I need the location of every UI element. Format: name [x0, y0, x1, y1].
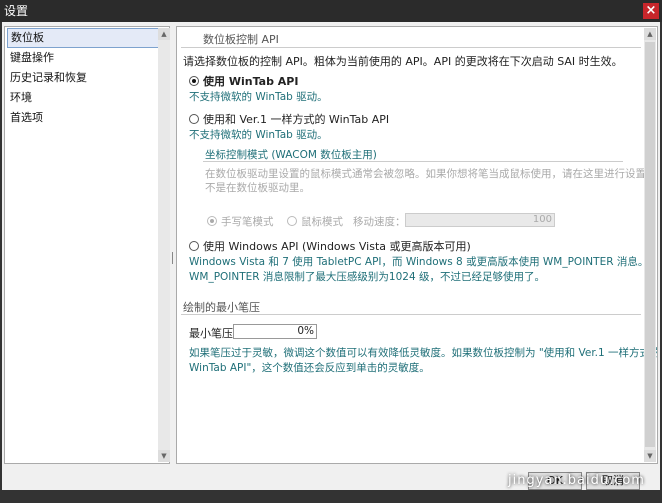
tablet-api-header: 数位板控制 API: [203, 33, 279, 46]
radio-wintab[interactable]: 使用 WinTab API: [189, 73, 298, 89]
wintab-v1-note: 不支持微软的 WinTab 驱动。: [189, 129, 328, 141]
min-pressure-desc-2: WinTab API"，这个数值还会反应到单击的灵敏度。: [189, 362, 430, 374]
dialog-client: 数位板 键盘操作 历史记录和恢复 环境 首选项 ▲ ▼ 数位板控制 API 请选…: [2, 22, 660, 490]
sidebar-item-history[interactable]: 历史记录和恢复: [5, 68, 169, 88]
settings-scrollbar[interactable]: ▲ ▼: [644, 28, 656, 462]
wintab-note: 不支持微软的 WinTab 驱动。: [189, 91, 328, 103]
coord-mode-desc-2: 不是在数位板驱动里。: [205, 182, 310, 194]
min-pressure-desc-1: 如果笔压过于灵敏，微调这个数值可以有效降低灵敏度。如果数位板控制为 "使用和 V…: [189, 347, 658, 359]
sidebar-item-tablet[interactable]: 数位板: [7, 28, 167, 48]
sidebar-item-keyboard[interactable]: 键盘操作: [5, 48, 169, 68]
sidebar-scrollbar[interactable]: ▲ ▼: [158, 28, 170, 462]
coord-mode-desc-1: 在数位板驱动里设置的鼠标模式通常会被忽略。如果你想将笔当成鼠标使用，请在这里进行…: [205, 168, 658, 180]
coord-mode-header: 坐标控制模式 (WACOM 数位板主用): [205, 149, 377, 161]
scroll-down-icon[interactable]: ▼: [644, 450, 656, 462]
sidebar-item-environment[interactable]: 环境: [5, 88, 169, 108]
radio-windows-api[interactable]: 使用 Windows API (Windows Vista 或更高版本可用): [189, 238, 471, 254]
min-pressure-header: 绘制的最小笔压: [183, 301, 260, 314]
watermark-text: jingyan.baidu.com: [508, 473, 645, 488]
settings-category-list: 数位板 键盘操作 历史记录和恢复 环境 首选项 ▲ ▼: [4, 26, 170, 464]
radio-mouse-mode: 鼠标模式: [287, 214, 343, 229]
window-title: 设置: [4, 4, 29, 18]
radio-selected-icon[interactable]: [189, 76, 199, 86]
move-speed-slider: 100: [405, 213, 555, 227]
radio-disabled-icon: [287, 216, 297, 226]
section-divider: [181, 314, 641, 315]
scroll-up-icon[interactable]: ▲: [644, 28, 656, 40]
min-pressure-input[interactable]: 0%: [233, 324, 317, 339]
radio-pen-mode: 手写笔模式: [207, 214, 274, 229]
radio-wintab-v1[interactable]: 使用和 Ver.1 一样方式的 WinTab API: [189, 111, 389, 127]
settings-panel: 数位板控制 API 请选择数位板的控制 API。粗体为当前使用的 API。API…: [176, 26, 658, 464]
windows-api-note-2: WM_POINTER 消息限制了最大压感级别为1024 级，不过已经足够使用了。: [189, 271, 545, 283]
section-divider: [181, 47, 641, 48]
tablet-api-intro: 请选择数位板的控制 API。粗体为当前使用的 API。API 的更改将在下次启动…: [183, 55, 623, 68]
move-speed-value: 100: [532, 214, 552, 225]
scroll-up-icon[interactable]: ▲: [158, 28, 170, 40]
radio-unselected-icon[interactable]: [189, 241, 199, 251]
windows-api-note-1: Windows Vista 和 7 使用 TabletPC API，而 Wind…: [189, 256, 649, 268]
radio-unselected-icon[interactable]: [189, 114, 199, 124]
scrollbar-thumb[interactable]: [645, 42, 655, 447]
title-bar: 设置 ×: [0, 0, 662, 22]
coord-mode-divider: [203, 161, 623, 162]
radio-disabled-selected-icon: [207, 216, 217, 226]
bottom-edge: [0, 490, 662, 503]
close-icon[interactable]: ×: [643, 3, 659, 19]
sidebar-item-preferences[interactable]: 首选项: [5, 108, 169, 128]
move-speed-label: 移动速度：: [353, 216, 406, 228]
scroll-down-icon[interactable]: ▼: [158, 450, 170, 462]
